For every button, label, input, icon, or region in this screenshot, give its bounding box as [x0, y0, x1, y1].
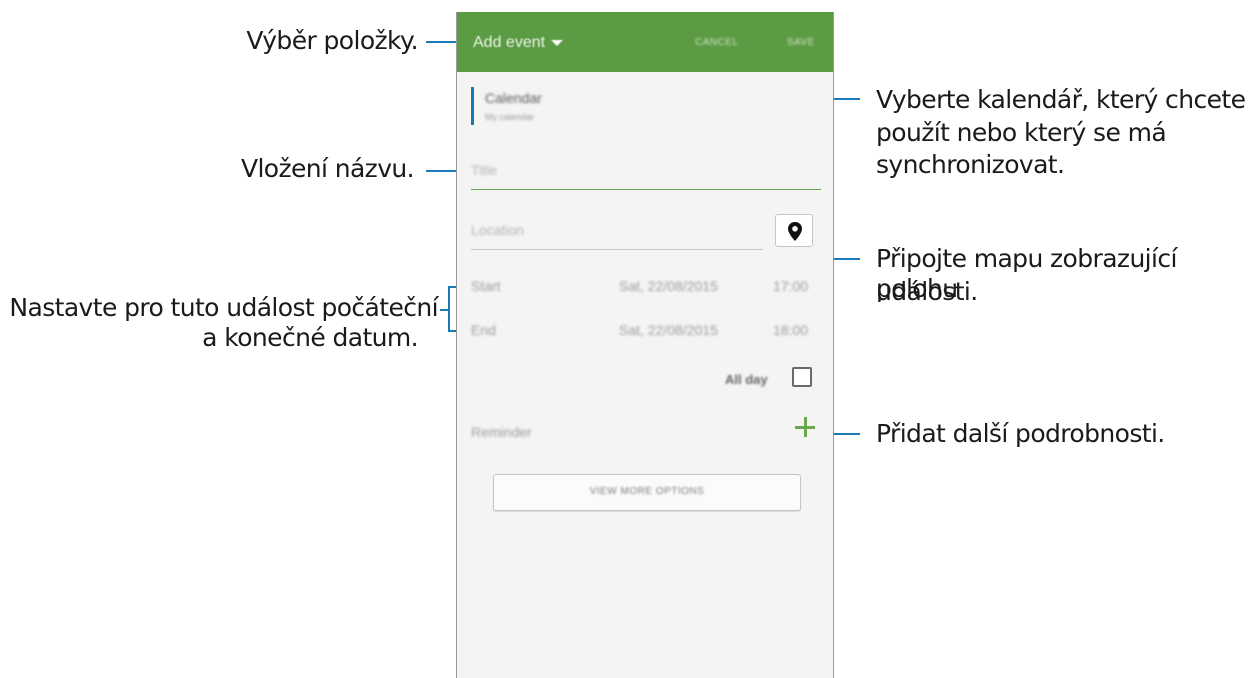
caret-down-icon [551, 39, 564, 46]
annotation-attach-map-line2: události. [876, 277, 978, 306]
annotation-choose-calendar-line1: Vyberte kalendář, který chcete [876, 85, 1246, 114]
save-button[interactable]: SAVE [787, 37, 815, 48]
calendar-value: My calendar [485, 112, 535, 122]
add-event-dropdown[interactable]: Add event [473, 34, 564, 52]
calendar-label: Calendar [485, 90, 542, 106]
phone-screen: Add event CANCEL SAVE Calendar My calend… [456, 12, 834, 678]
location-underline [471, 249, 763, 250]
cancel-button[interactable]: CANCEL [695, 37, 739, 48]
add-event-label: Add event [473, 34, 546, 51]
add-reminder-plus-icon[interactable] [795, 417, 815, 437]
allday-checkbox[interactable] [792, 367, 812, 387]
reminder-label: Reminder [471, 424, 532, 440]
annotation-insert-title: Vložení názvu. [240, 154, 415, 183]
calendar-color-bar [471, 87, 474, 125]
annotation-set-dates-line1: Nastavte pro tuto událost počáteční [9, 293, 438, 322]
allday-label: All day [725, 372, 768, 387]
location-field[interactable]: Location [471, 222, 524, 238]
location-pin-icon [788, 222, 802, 241]
annotation-add-details: Přidat další podrobnosti. [876, 419, 1165, 448]
end-label: End [471, 322, 496, 338]
end-time[interactable]: 18:00 [773, 322, 808, 338]
annotation-choose-calendar-line2: použít nebo který se má [876, 118, 1167, 147]
title-field[interactable]: Title [471, 162, 497, 178]
annotation-select-item: Výběr položky. [246, 26, 418, 55]
callout-bracket-dates-v [448, 286, 450, 332]
view-more-options-label: VIEW MORE OPTIONS [589, 486, 705, 497]
app-bar: Add event CANCEL SAVE [457, 12, 833, 72]
annotation-set-dates-line2: a konečné datum. [202, 323, 418, 352]
annotation-choose-calendar-line3: synchronizovat. [876, 150, 1065, 179]
title-underline [471, 189, 821, 190]
start-label: Start [471, 278, 501, 294]
location-map-button[interactable] [775, 214, 813, 247]
end-date[interactable]: Sat, 22/08/2015 [619, 322, 718, 338]
view-more-options-button[interactable]: VIEW MORE OPTIONS [493, 474, 801, 511]
start-time[interactable]: 17:00 [773, 278, 808, 294]
start-date[interactable]: Sat, 22/08/2015 [619, 278, 718, 294]
